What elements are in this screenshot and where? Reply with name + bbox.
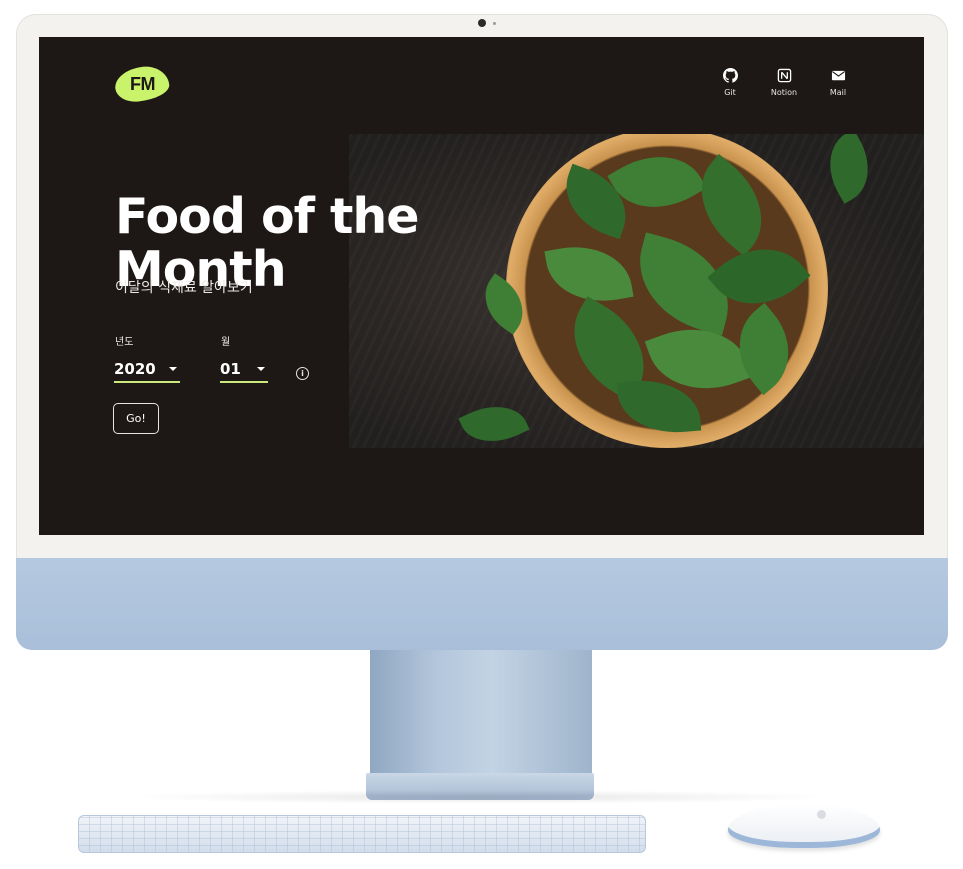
imac-stand xyxy=(370,650,592,775)
leaf xyxy=(814,134,884,204)
github-icon xyxy=(722,68,738,83)
month-label: 월 xyxy=(221,337,231,348)
year-label: 년도 xyxy=(115,337,134,348)
nav-label-notion: Notion xyxy=(770,88,798,97)
mouse xyxy=(728,804,880,848)
month-value: 01 xyxy=(220,360,241,378)
go-button[interactable]: Go! xyxy=(113,403,159,434)
year-value: 2020 xyxy=(114,360,156,378)
nav-item-git[interactable]: Git xyxy=(714,68,746,97)
site-logo[interactable]: FM xyxy=(113,64,171,104)
imac-chin xyxy=(16,558,948,650)
logo-text: FM xyxy=(129,73,155,94)
floor-shadow xyxy=(120,790,840,804)
website-screen: FM Git Notion Mail Food of the Month 이달의… xyxy=(39,37,924,535)
camera-indicator xyxy=(493,22,496,25)
chevron-down-icon xyxy=(257,367,265,371)
mail-icon xyxy=(831,70,845,81)
top-nav: Git Notion Mail xyxy=(714,68,854,97)
camera-icon xyxy=(478,19,486,27)
year-select[interactable]: 2020 xyxy=(114,357,180,383)
nav-item-mail[interactable]: Mail xyxy=(822,68,854,97)
nav-label-mail: Mail xyxy=(829,88,847,97)
info-icon[interactable]: i xyxy=(296,367,309,380)
month-select[interactable]: 01 xyxy=(220,357,268,383)
notion-icon xyxy=(777,68,791,83)
nav-label-git: Git xyxy=(724,88,736,97)
page-subtitle: 이달의 식재료 알아보기 xyxy=(115,280,253,296)
nav-item-notion[interactable]: Notion xyxy=(768,68,800,97)
apple-logo-icon xyxy=(817,810,826,819)
leaf xyxy=(458,393,530,448)
keyboard xyxy=(78,815,646,853)
chevron-down-icon xyxy=(169,367,177,371)
